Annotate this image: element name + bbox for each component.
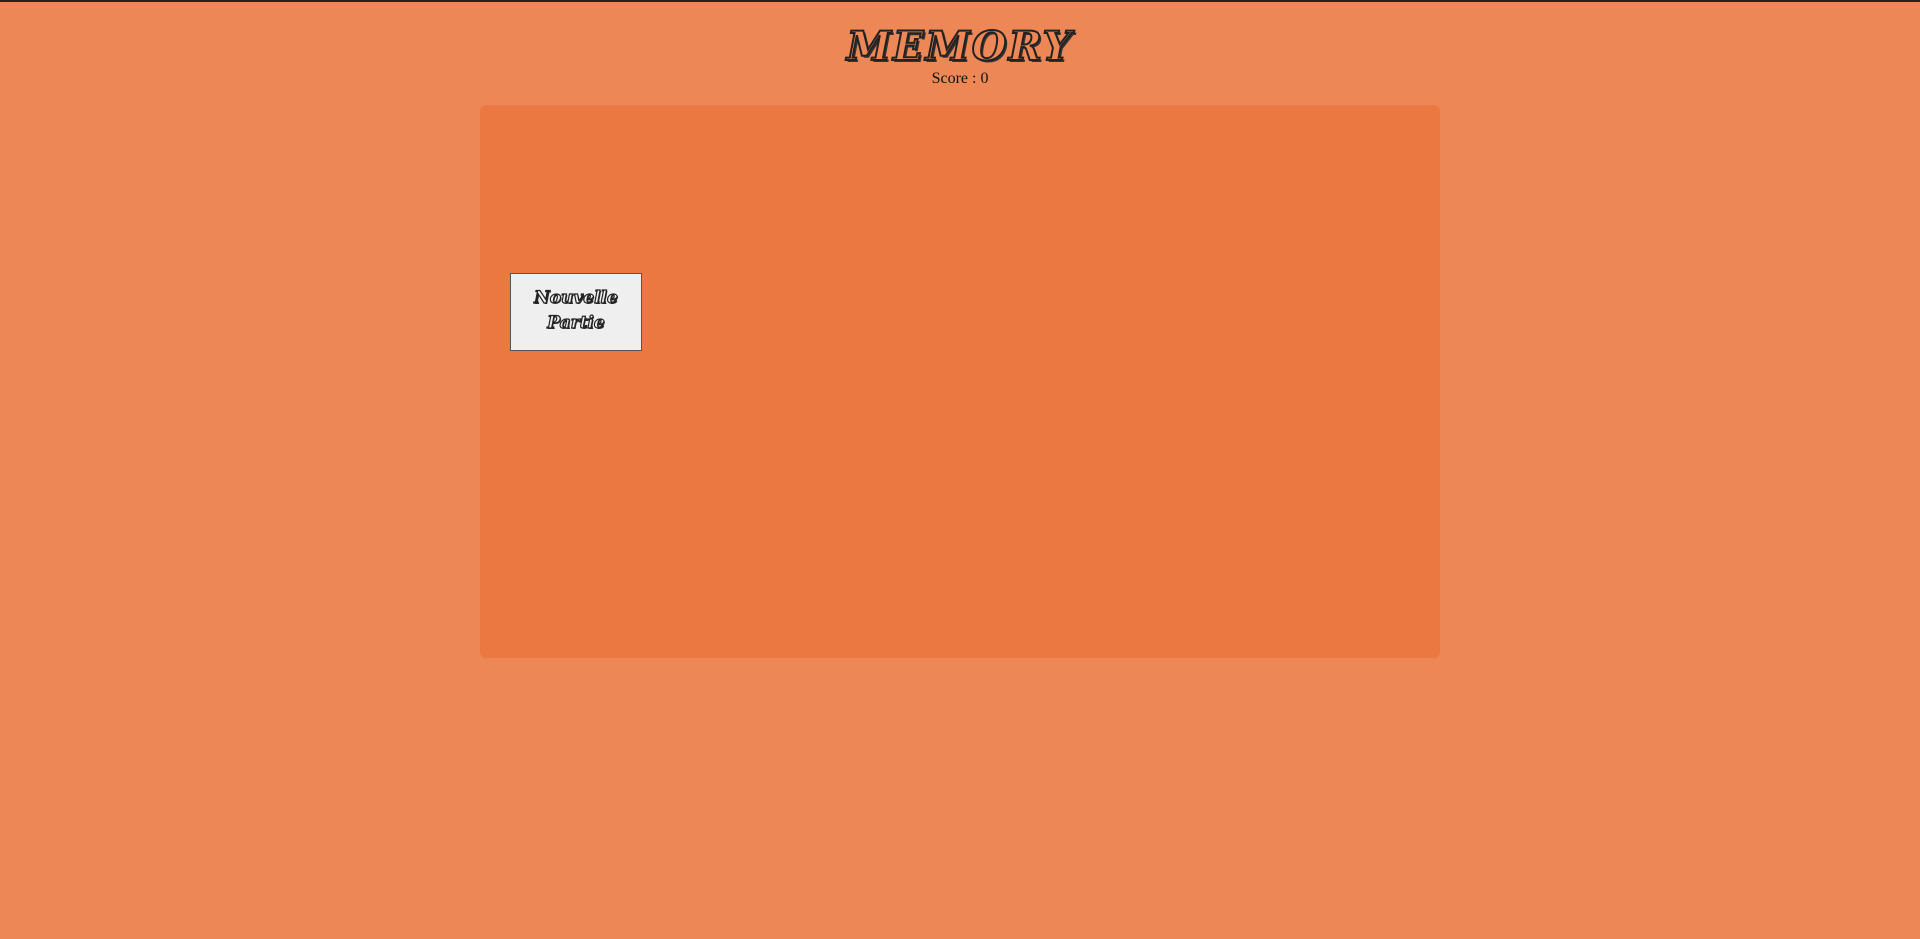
game-title: MEMORY	[846, 23, 1074, 71]
game-board: Nouvelle Partie	[480, 105, 1440, 658]
new-game-button[interactable]: Nouvelle Partie	[510, 273, 642, 351]
score-display: Score : 0	[931, 70, 989, 87]
header: MEMORY Score : 0	[0, 23, 1920, 88]
